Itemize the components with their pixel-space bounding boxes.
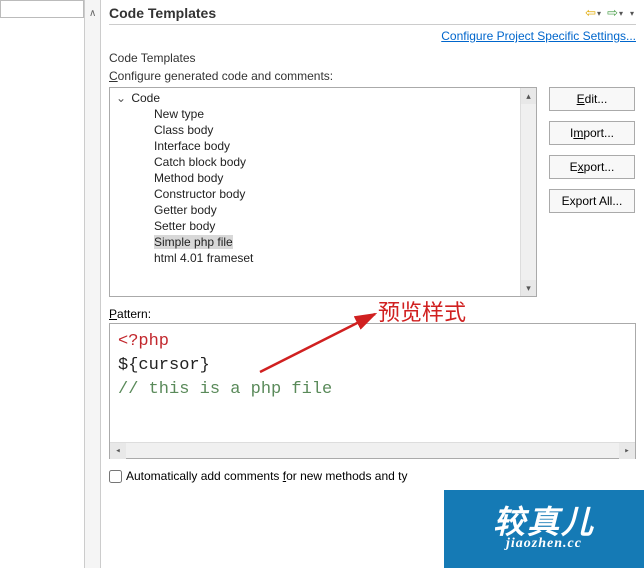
tree-item[interactable]: Catch block body [154, 154, 532, 170]
export-button[interactable]: Export... [549, 155, 635, 179]
code-line: // this is a php file [118, 380, 332, 399]
edit-button[interactable]: Edit... [549, 87, 635, 111]
dropdown-icon: ▾ [619, 9, 623, 18]
watermark-sub: jiaozhen.cc [506, 536, 582, 552]
watermark: 较真儿 jiaozhen.cc [444, 490, 644, 568]
tree-item[interactable]: Class body [154, 122, 532, 138]
page-title: Code Templates [109, 5, 216, 21]
horizontal-scrollbar[interactable]: ◂ ▸ [110, 442, 635, 458]
auto-comments-label: Automatically add comments for new metho… [126, 469, 407, 483]
filter-input[interactable] [0, 0, 84, 18]
scroll-left-icon[interactable]: ◂ [110, 443, 126, 459]
tree-root-label: Code [131, 91, 160, 105]
dropdown-icon: ▾ [597, 9, 601, 18]
tree-item[interactable]: Simple php file [154, 234, 532, 250]
watermark-main: 较真儿 [493, 506, 595, 538]
scroll-up-icon[interactable]: ▴ [521, 88, 536, 104]
tree-root[interactable]: ⌄ Code [114, 90, 532, 106]
panel-splitter[interactable]: ∧ [85, 0, 101, 568]
chevron-down-icon[interactable]: ⌄ [114, 91, 128, 105]
tree-item[interactable]: Constructor body [154, 186, 532, 202]
arrow-right-icon: ⇨ [607, 5, 618, 21]
pattern-label: Pattern: [109, 307, 636, 321]
export-all-button[interactable]: Export All... [549, 189, 635, 213]
history-nav: ⇦▾ ⇨▾ ▾ [583, 4, 636, 22]
dropdown-icon: ▾ [630, 9, 634, 18]
scroll-down-icon[interactable]: ▾ [521, 280, 536, 296]
tree-item[interactable]: Interface body [154, 138, 532, 154]
filter-panel [0, 0, 85, 568]
arrow-left-icon: ⇦ [585, 5, 596, 21]
tree-item[interactable]: New type [154, 106, 532, 122]
nav-forward-button[interactable]: ⇨▾ [605, 4, 625, 22]
main-panel: Code Templates ⇦▾ ⇨▾ ▾ Configure Project… [101, 0, 644, 568]
templates-tree[interactable]: ⌄ Code New typeClass bodyInterface bodyC… [109, 87, 537, 297]
tree-item[interactable]: Getter body [154, 202, 532, 218]
import-button[interactable]: Import... [549, 121, 635, 145]
configure-label: Configure generated code and comments: [109, 69, 636, 83]
configure-project-link[interactable]: Configure Project Specific Settings... [441, 29, 636, 43]
auto-comments-checkbox[interactable] [109, 470, 122, 483]
pattern-editor[interactable]: <?php ${cursor} // this is a php file ◂ … [109, 323, 636, 459]
tree-item[interactable]: Setter body [154, 218, 532, 234]
collapse-icon[interactable]: ∧ [89, 8, 96, 19]
section-title: Code Templates [109, 51, 636, 65]
vertical-scrollbar[interactable]: ▴ ▾ [520, 88, 536, 296]
scroll-right-icon[interactable]: ▸ [619, 443, 635, 459]
code-line: ${cursor} [118, 356, 210, 375]
code-line: <?php [118, 332, 169, 351]
tree-item[interactable]: html 4.01 frameset [154, 250, 532, 266]
nav-back-button[interactable]: ⇦▾ [583, 4, 603, 22]
tree-item[interactable]: Method body [154, 170, 532, 186]
nav-menu-button[interactable]: ▾ [627, 4, 636, 22]
